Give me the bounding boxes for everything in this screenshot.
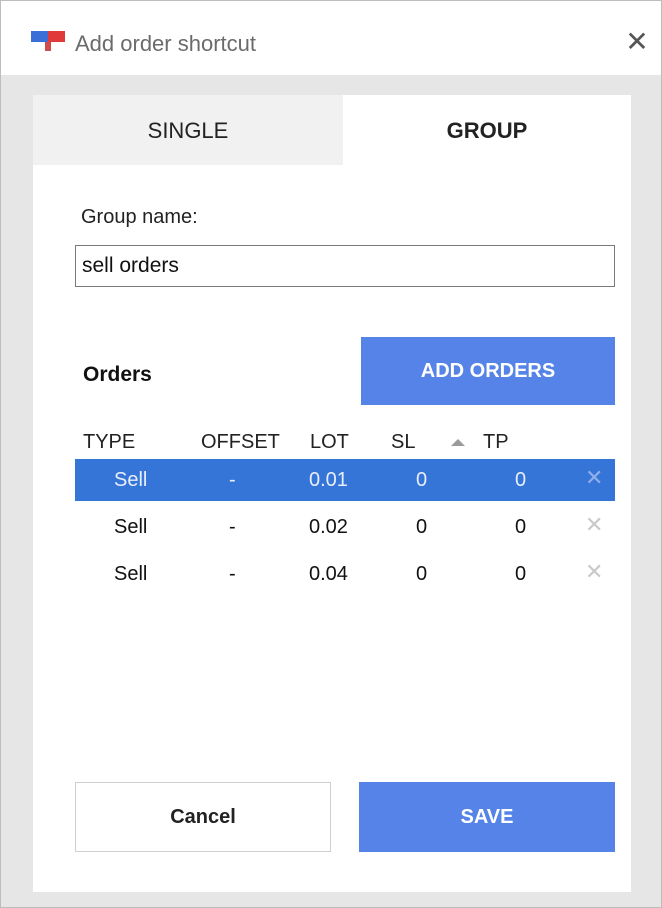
column-header-type[interactable]: TYPE <box>83 431 135 454</box>
column-header-tp[interactable]: TP <box>483 431 509 454</box>
tab-group[interactable]: GROUP <box>343 95 631 165</box>
order-offset: - <box>229 469 236 491</box>
order-row[interactable]: Sell - 0.01 0 0 ✕ <box>75 459 615 501</box>
order-offset: - <box>229 516 236 538</box>
order-type: Sell <box>114 563 148 585</box>
group-name-input[interactable] <box>75 245 615 287</box>
sort-ascending-icon[interactable] <box>451 439 465 446</box>
order-lot: 0.01 <box>309 469 348 491</box>
order-lot: 0.02 <box>309 516 348 538</box>
remove-order-icon[interactable]: ✕ <box>585 559 603 585</box>
window-title: Add order shortcut <box>75 31 256 56</box>
app-logo-icon <box>31 31 65 51</box>
order-sl: 0 <box>416 516 428 538</box>
order-row[interactable]: Sell - 0.04 0 0 ✕ <box>75 553 615 595</box>
dialog-window: Add order shortcut ✕ SINGLE GROUP Group … <box>0 0 662 908</box>
order-sl: 0 <box>416 563 428 585</box>
order-row[interactable]: Sell - 0.02 0 0 ✕ <box>75 506 615 548</box>
order-offset: - <box>229 563 236 585</box>
dialog-content: SINGLE GROUP Group name: Orders ADD ORDE… <box>33 95 631 892</box>
order-type: Sell <box>114 516 148 538</box>
close-icon[interactable]: ✕ <box>621 26 653 58</box>
title-bar: Add order shortcut ✕ <box>1 1 661 75</box>
remove-order-icon[interactable]: ✕ <box>585 465 603 491</box>
cancel-button[interactable]: Cancel <box>75 782 331 852</box>
column-header-offset[interactable]: OFFSET <box>201 431 280 454</box>
order-tp: 0 <box>515 516 527 538</box>
add-orders-button[interactable]: ADD ORDERS <box>361 337 615 405</box>
order-tp: 0 <box>515 563 527 585</box>
group-name-label: Group name: <box>81 206 198 228</box>
save-button[interactable]: SAVE <box>359 782 615 852</box>
order-sl: 0 <box>416 469 428 491</box>
order-type: Sell <box>114 469 148 491</box>
order-lot: 0.04 <box>309 563 348 585</box>
column-header-lot[interactable]: LOT <box>310 431 349 454</box>
column-header-sl[interactable]: SL <box>391 431 415 454</box>
tab-single[interactable]: SINGLE <box>33 95 343 165</box>
orders-label: Orders <box>83 363 152 386</box>
remove-order-icon[interactable]: ✕ <box>585 512 603 538</box>
tab-bar: SINGLE GROUP <box>33 95 631 165</box>
order-tp: 0 <box>515 469 527 491</box>
